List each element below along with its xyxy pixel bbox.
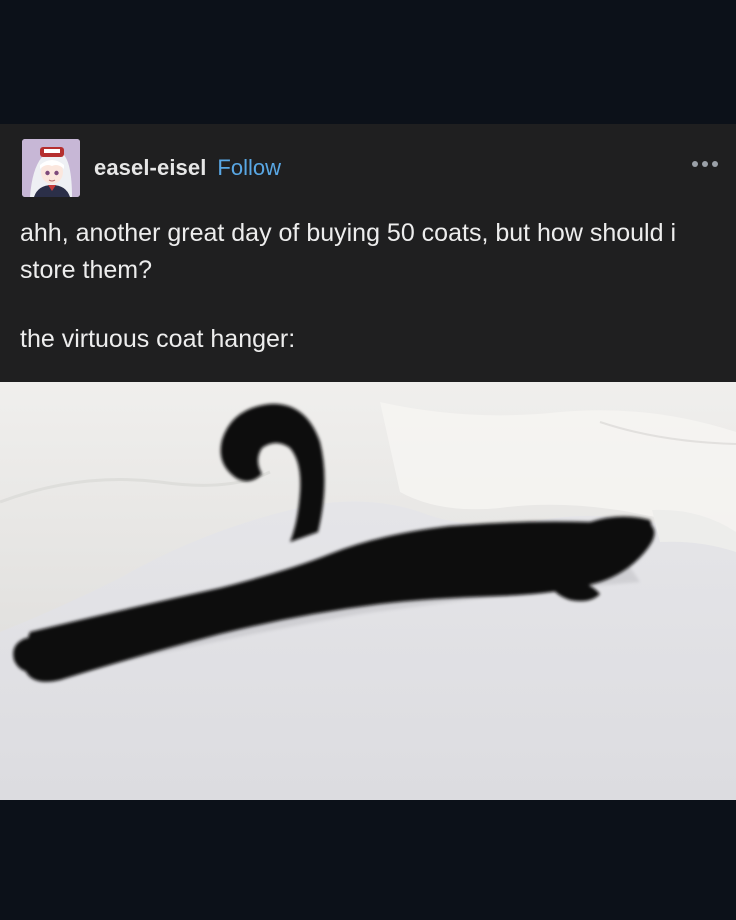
post-header: easel-eisel Follow (22, 138, 281, 198)
dot (702, 161, 708, 167)
post-text-line-1: ahh, another great day of buying 50 coat… (20, 219, 677, 284)
post-text-line-2: the virtuous coat hanger: (20, 325, 296, 353)
dot (712, 161, 718, 167)
anime-avatar-icon (22, 139, 80, 197)
username[interactable]: easel-eisel (94, 155, 206, 181)
avatar[interactable] (22, 139, 80, 197)
post-card: easel-eisel Follow ahh, another great da… (0, 124, 736, 382)
follow-button[interactable]: Follow (217, 155, 281, 181)
post-image[interactable] (0, 382, 736, 800)
screen: easel-eisel Follow ahh, another great da… (0, 0, 736, 920)
dot (692, 161, 698, 167)
cat-on-bed-image (0, 382, 736, 800)
more-options-icon[interactable] (692, 161, 718, 167)
